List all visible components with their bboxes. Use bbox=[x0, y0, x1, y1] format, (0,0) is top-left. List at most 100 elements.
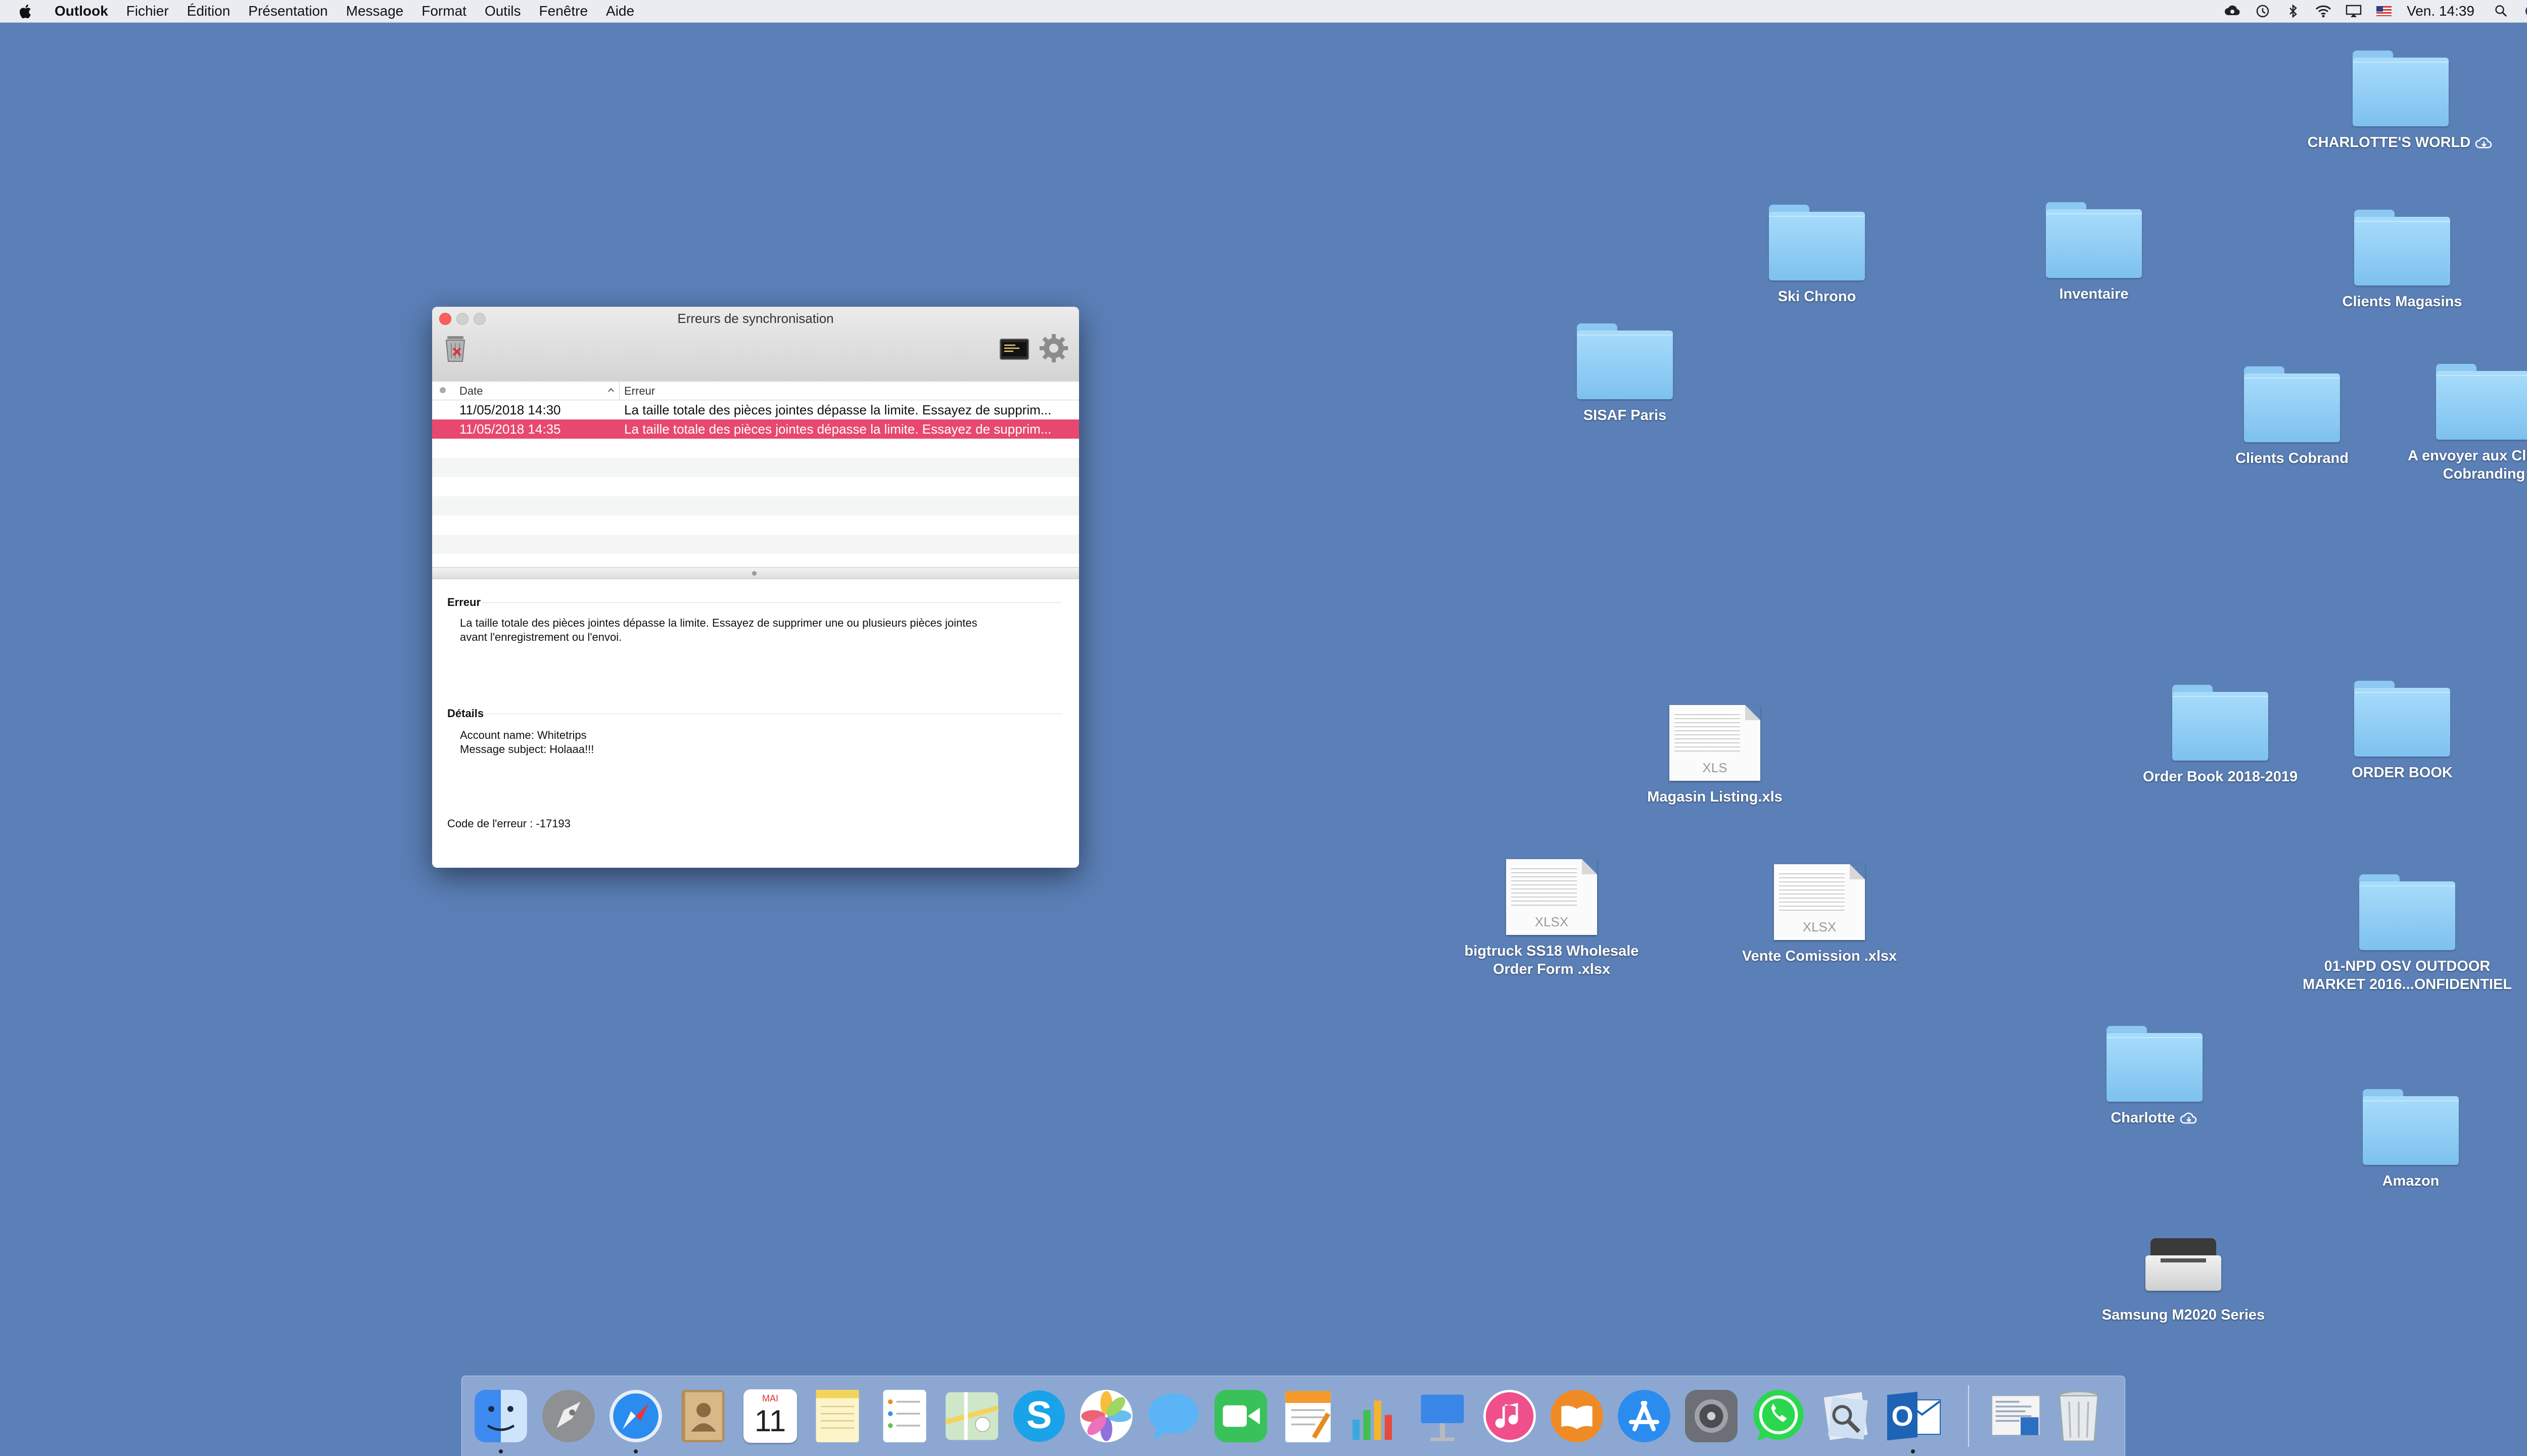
creative-cloud-icon[interactable] bbox=[2224, 4, 2241, 18]
details-section-title: Détails bbox=[447, 707, 484, 720]
menu-message[interactable]: Message bbox=[346, 3, 404, 19]
sort-ascending-icon[interactable] bbox=[607, 385, 615, 398]
itunes-icon[interactable] bbox=[1480, 1386, 1539, 1446]
empty-row bbox=[432, 515, 1079, 535]
notes-icon[interactable] bbox=[808, 1386, 867, 1446]
app-store-icon[interactable] bbox=[1614, 1386, 1674, 1446]
contacts-icon[interactable] bbox=[673, 1386, 733, 1446]
launchpad-icon[interactable] bbox=[539, 1386, 598, 1446]
printer-label: Samsung M2020 Series bbox=[2101, 1307, 2265, 1323]
window-titlebar: Erreurs de synchronisation bbox=[432, 307, 1079, 382]
facetime-icon[interactable] bbox=[1211, 1386, 1271, 1446]
row-date: 11/05/2018 14:35 bbox=[459, 421, 561, 437]
folder-label-line1: A envoyer aux Clients bbox=[2408, 448, 2527, 464]
menu-app-name[interactable]: Outlook bbox=[55, 3, 108, 19]
spotlight-icon[interactable] bbox=[2493, 4, 2510, 18]
desktop-file-vente-comission[interactable]: XLSX Vente Comission .xlsx bbox=[1713, 864, 1926, 965]
menu-aide[interactable]: Aide bbox=[606, 3, 634, 19]
file-ext: XLS bbox=[1702, 760, 1727, 775]
desktop-folder-sisaf-paris[interactable]: SISAF Paris bbox=[1519, 323, 1731, 425]
pages-icon[interactable] bbox=[1278, 1386, 1338, 1446]
menu-clock[interactable]: Ven. 14:39 bbox=[2407, 3, 2474, 19]
desktop-folder-npd-osv[interactable]: 01-NPD OSV OUTDOOR MARKET 2016...ONFIDEN… bbox=[2301, 874, 2513, 994]
folder-icon bbox=[2359, 874, 2455, 950]
reminders-icon[interactable] bbox=[875, 1386, 934, 1446]
column-divider bbox=[619, 382, 620, 400]
row-error: La taille totale des pièces jointes dépa… bbox=[624, 402, 1052, 417]
column-header-date[interactable]: Date bbox=[459, 385, 483, 398]
photos-icon[interactable] bbox=[1077, 1386, 1136, 1446]
siri-icon[interactable] bbox=[2523, 4, 2527, 18]
folder-label: Inventaire bbox=[2059, 286, 2129, 302]
folder-icon bbox=[2354, 681, 2450, 757]
wifi-icon[interactable] bbox=[2315, 4, 2332, 18]
messages-icon[interactable] bbox=[1144, 1386, 1203, 1446]
safari-icon[interactable] bbox=[606, 1386, 666, 1446]
whatsapp-icon[interactable] bbox=[1749, 1386, 1808, 1446]
desktop-file-magasin-listing[interactable]: XLS Magasin Listing.xls bbox=[1609, 705, 1821, 806]
table-row[interactable]: 11/05/2018 14:30 La taille totale des pi… bbox=[432, 400, 1079, 419]
empty-row bbox=[432, 439, 1079, 458]
running-indicator bbox=[1911, 1449, 1915, 1453]
menu-bar: Outlook Fichier Édition Présentation Mes… bbox=[0, 0, 2527, 23]
status-column-icon[interactable] bbox=[438, 385, 447, 398]
desktop-folder-amazon[interactable]: Amazon bbox=[2305, 1089, 2517, 1190]
desktop-file-bigtruck[interactable]: XLSX bigtruck SS18 Wholesale Order Form … bbox=[1445, 859, 1658, 978]
menu-fenetre[interactable]: Fenêtre bbox=[539, 3, 588, 19]
folder-icon bbox=[2046, 202, 2142, 278]
desktop-folder-order-book[interactable]: ORDER BOOK bbox=[2296, 681, 2508, 782]
apple-icon[interactable] bbox=[19, 3, 33, 19]
dock-separator bbox=[1968, 1385, 1969, 1447]
file-label: Magasin Listing.xls bbox=[1647, 789, 1783, 805]
folder-label: Amazon bbox=[2382, 1173, 2440, 1189]
downloads-stack-icon[interactable] bbox=[1987, 1386, 2047, 1446]
menu-edition[interactable]: Édition bbox=[187, 3, 230, 19]
icloud-download-icon bbox=[2180, 1112, 2196, 1124]
keynote-icon[interactable] bbox=[1413, 1386, 1472, 1446]
airplay-icon[interactable] bbox=[2345, 4, 2362, 18]
calendar-month: MAI bbox=[762, 1393, 778, 1403]
file-label: Vente Comission .xlsx bbox=[1742, 948, 1897, 964]
icloud-download-icon bbox=[2475, 137, 2492, 149]
finder-icon[interactable] bbox=[471, 1386, 531, 1446]
calendar-icon[interactable]: MAI 11 bbox=[740, 1386, 800, 1446]
desktop-folder-inventaire[interactable]: Inventaire bbox=[1988, 202, 2200, 303]
folder-label-line2: MARKET 2016...ONFIDENTIEL bbox=[2302, 976, 2512, 993]
bluetooth-icon[interactable] bbox=[2284, 4, 2302, 18]
skype-icon[interactable]: S bbox=[1009, 1386, 1069, 1446]
desktop-folder-charlottes-world[interactable]: CHARLOTTE'S WORLD bbox=[2295, 51, 2507, 152]
delete-errors-button[interactable] bbox=[439, 332, 472, 364]
trash-icon[interactable] bbox=[2049, 1386, 2109, 1446]
menu-fichier[interactable]: Fichier bbox=[126, 3, 169, 19]
desktop-folder-order-book-2018[interactable]: Order Book 2018-2019 bbox=[2114, 685, 2326, 786]
column-header-error[interactable]: Erreur bbox=[624, 385, 655, 398]
menu-presentation[interactable]: Présentation bbox=[248, 3, 327, 19]
menu-outils[interactable]: Outils bbox=[485, 3, 521, 19]
row-date: 11/05/2018 14:30 bbox=[459, 402, 561, 417]
numbers-icon[interactable] bbox=[1345, 1386, 1405, 1446]
table-row-selected[interactable]: 11/05/2018 14:35 La taille totale des pi… bbox=[432, 419, 1079, 439]
split-view-divider[interactable] bbox=[432, 567, 1079, 579]
menu-format[interactable]: Format bbox=[422, 3, 466, 19]
ibooks-icon[interactable] bbox=[1547, 1386, 1607, 1446]
desktop-folder-clients-magasins[interactable]: Clients Magasins bbox=[2296, 210, 2508, 311]
settings-button[interactable] bbox=[1038, 332, 1070, 364]
preview-icon[interactable] bbox=[1816, 1386, 1876, 1446]
error-detail-pane: Erreur La taille totale des pièces joint… bbox=[432, 580, 1079, 868]
folder-label: CHARLOTTE'S WORLD bbox=[2307, 134, 2471, 151]
log-window-button[interactable] bbox=[998, 332, 1031, 364]
desktop-folder-a-envoyer[interactable]: A envoyer aux Clients Cobranding bbox=[2378, 364, 2527, 483]
system-preferences-icon[interactable] bbox=[1681, 1386, 1741, 1446]
us-flag-icon[interactable] bbox=[2375, 4, 2393, 18]
outlook-icon[interactable]: O bbox=[1883, 1386, 1943, 1446]
file-ext: XLSX bbox=[1534, 914, 1569, 929]
maps-icon[interactable] bbox=[942, 1386, 1002, 1446]
desktop-printer-samsung[interactable]: Samsung M2020 Series bbox=[2077, 1233, 2289, 1324]
running-indicator bbox=[499, 1449, 503, 1453]
desktop-folder-charlotte[interactable]: Charlotte bbox=[2048, 1026, 2261, 1127]
xlsx-file-icon: XLSX bbox=[1774, 864, 1865, 940]
time-machine-icon[interactable] bbox=[2254, 4, 2271, 18]
section-divider bbox=[483, 602, 1061, 603]
desktop-folder-clients-cobrand[interactable]: Clients Cobrand bbox=[2186, 366, 2398, 467]
desktop-folder-ski-chrono[interactable]: Ski Chrono bbox=[1711, 205, 1923, 306]
